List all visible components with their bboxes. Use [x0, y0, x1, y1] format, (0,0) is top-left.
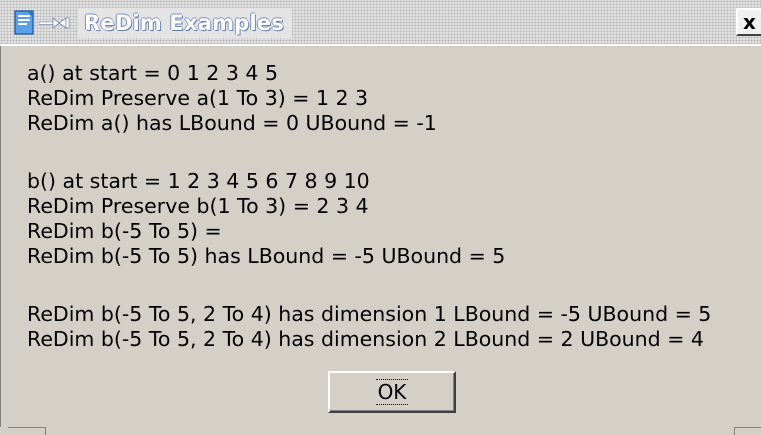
window-title-container: ReDim Examples	[78, 8, 292, 38]
resize-handle-bottom-right[interactable]	[734, 427, 761, 435]
output-line: b() at start = 1 2 3 4 5 6 7 8 9 10	[27, 169, 370, 193]
window-title: ReDim Examples	[84, 11, 284, 35]
output-line: ReDim b(-5 To 5) has LBound = -5 UBound …	[27, 244, 506, 268]
ok-button-label: OK	[375, 379, 409, 405]
output-line: ReDim Preserve a(1 To 3) = 1 2 3	[27, 86, 369, 110]
output-line: a() at start = 0 1 2 3 4 5	[27, 61, 278, 85]
output-line: ReDim b(-5 To 5, 2 To 4) has dimension 2…	[27, 327, 704, 351]
redim-examples-window: ReDim Examples x a() at start = 0 1 2 3 …	[0, 0, 761, 435]
document-icon[interactable]	[14, 10, 36, 36]
pin-icon[interactable]	[39, 17, 73, 29]
close-button[interactable]: x	[736, 8, 761, 36]
close-icon: x	[743, 10, 756, 34]
title-bar[interactable]: ReDim Examples x	[0, 0, 761, 46]
window-left-border	[0, 46, 3, 435]
output-area: a() at start = 0 1 2 3 4 5 ReDim Preserv…	[0, 46, 761, 435]
output-line: ReDim b(-5 To 5) =	[27, 219, 222, 243]
resize-handle-bottom-left[interactable]	[8, 427, 46, 435]
ok-button[interactable]: OK	[328, 371, 456, 413]
output-line: ReDim b(-5 To 5, 2 To 4) has dimension 1…	[27, 302, 712, 326]
window-bottom-edge	[0, 427, 761, 435]
output-line: ReDim Preserve b(1 To 3) = 2 3 4	[27, 194, 369, 218]
output-line: ReDim a() has LBound = 0 UBound = -1	[27, 111, 437, 135]
